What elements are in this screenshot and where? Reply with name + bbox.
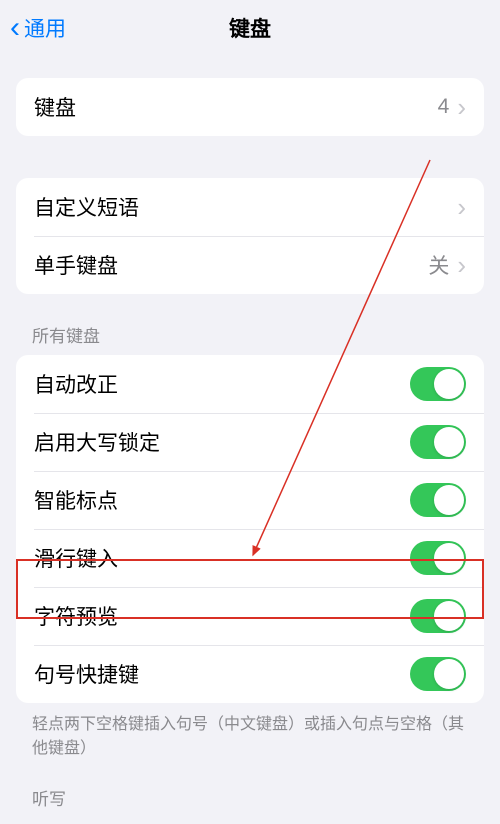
row-smart-punct[interactable]: 智能标点 <box>16 471 484 529</box>
section-header-dictation: 听写 <box>32 785 468 810</box>
toggle-caps-lock[interactable] <box>410 425 466 459</box>
row-accessory: 关 › <box>428 250 466 281</box>
group-options: 自定义短语 › 单手键盘 关 › <box>16 178 484 294</box>
row-caps-lock[interactable]: 启用大写锁定 <box>16 413 484 471</box>
row-slide-type[interactable]: 滑行键入 <box>16 529 484 587</box>
row-label: 字符预览 <box>34 601 118 631</box>
toggle-slide-type[interactable] <box>410 541 466 575</box>
chevron-right-icon: › <box>457 192 466 223</box>
row-keyboards[interactable]: 键盘 4 › <box>16 78 484 136</box>
row-label: 自定义短语 <box>34 192 139 222</box>
row-accessory: › <box>457 192 466 223</box>
row-value: 4 <box>438 95 450 119</box>
chevron-right-icon: › <box>457 250 466 281</box>
section-header-all-keyboards: 所有键盘 <box>32 322 468 347</box>
toggle-char-preview[interactable] <box>410 599 466 633</box>
row-label: 启用大写锁定 <box>34 427 160 457</box>
back-label: 通用 <box>24 13 66 43</box>
row-label: 句号快捷键 <box>34 659 139 689</box>
row-label: 智能标点 <box>34 485 118 515</box>
row-value: 关 <box>428 250 449 280</box>
toggle-auto-correct[interactable] <box>410 367 466 401</box>
row-auto-correct[interactable]: 自动改正 <box>16 355 484 413</box>
row-one-handed[interactable]: 单手键盘 关 › <box>16 236 484 294</box>
row-accessory: 4 › <box>438 92 466 123</box>
row-label: 自动改正 <box>34 369 118 399</box>
row-period-shortcut[interactable]: 句号快捷键 <box>16 645 484 703</box>
chevron-left-icon: ‹ <box>10 13 20 43</box>
chevron-right-icon: › <box>457 92 466 123</box>
row-label: 键盘 <box>34 92 76 122</box>
row-label: 滑行键入 <box>34 543 118 573</box>
navbar: ‹ 通用 键盘 <box>0 0 500 56</box>
back-button[interactable]: ‹ 通用 <box>10 13 66 43</box>
toggle-smart-punct[interactable] <box>410 483 466 517</box>
group-all-keyboards: 自动改正 启用大写锁定 智能标点 滑行键入 字符预览 句号快捷键 <box>16 355 484 703</box>
row-label: 单手键盘 <box>34 250 118 280</box>
page-title: 键盘 <box>229 13 271 43</box>
group-keyboards: 键盘 4 › <box>16 78 484 136</box>
row-text-replacement[interactable]: 自定义短语 › <box>16 178 484 236</box>
toggle-period-shortcut[interactable] <box>410 657 466 691</box>
row-char-preview[interactable]: 字符预览 <box>16 587 484 645</box>
section-footer: 轻点两下空格键插入句号（中文键盘）或插入句点与空格（其他键盘） <box>32 713 468 761</box>
